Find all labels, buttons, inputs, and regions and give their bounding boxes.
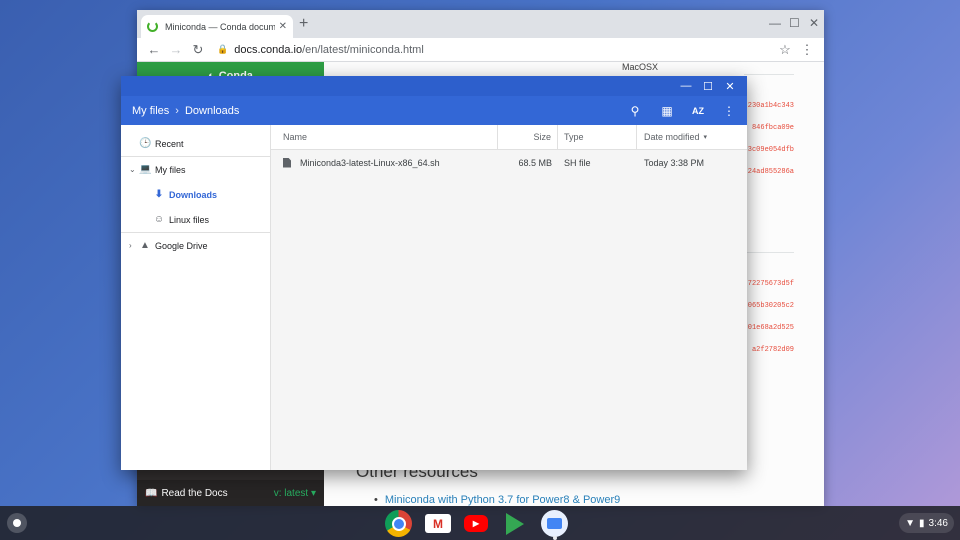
status-tray[interactable]: ▼ ▮ 3:46 bbox=[899, 513, 954, 533]
download-icon: ⬇ bbox=[154, 189, 164, 200]
hash-cell: 72275673d5f bbox=[747, 280, 794, 288]
files-app-bar: My files › Downloads ⚲ ▦ AZ ⋮ bbox=[121, 96, 747, 125]
play-store-app-icon[interactable] bbox=[501, 510, 528, 537]
app-bar-actions: ⚲ ▦ AZ ⋮ bbox=[628, 104, 736, 118]
clock-icon: 🕒 bbox=[139, 138, 152, 149]
linux-penguin-icon: ☺ bbox=[153, 214, 165, 225]
reload-button[interactable]: ↻ bbox=[187, 42, 209, 58]
read-the-docs-label: Read the Docs bbox=[161, 487, 228, 499]
browser-tab[interactable]: Miniconda — Conda documentati ✕ bbox=[141, 15, 293, 38]
shelf: M ▶ ▼ ▮ 3:46 bbox=[0, 506, 960, 540]
nav-item-label: Downloads bbox=[169, 189, 218, 200]
clock-time: 3:46 bbox=[928, 517, 948, 529]
sort-descending-icon: ▾ bbox=[703, 134, 708, 141]
nav-item-my-files[interactable]: ⌄ 💻 My files bbox=[121, 157, 270, 182]
hash-cell: 230a1b4c343 bbox=[747, 102, 794, 110]
more-options-icon[interactable]: ⋮ bbox=[722, 104, 736, 118]
file-name: Miniconda3-latest-Linux-x86_64.sh bbox=[300, 157, 440, 168]
hash-cell: 065b30205c2 bbox=[747, 302, 794, 310]
close-tab-icon[interactable]: ✕ bbox=[279, 21, 287, 32]
column-header-type[interactable]: Type bbox=[558, 125, 637, 149]
wifi-icon: ▼ bbox=[905, 517, 916, 529]
breadcrumb-downloads[interactable]: Downloads bbox=[185, 105, 239, 117]
nav-item-label: Recent bbox=[155, 138, 184, 149]
files-window-frame: — ☐ ✕ bbox=[121, 76, 747, 96]
search-icon[interactable]: ⚲ bbox=[628, 104, 642, 118]
version-selector[interactable]: v: latest ▾ bbox=[274, 488, 316, 499]
nav-item-label: My files bbox=[155, 164, 186, 175]
power-link[interactable]: Miniconda with Python 3.7 for Power8 & P… bbox=[374, 494, 620, 506]
maximize-icon[interactable]: ☐ bbox=[789, 16, 800, 30]
chrome-app-icon[interactable] bbox=[385, 510, 412, 537]
tab-title: Miniconda — Conda documentati bbox=[165, 21, 275, 32]
file-size: 68.5 MB bbox=[518, 157, 552, 168]
nav-item-label: Google Drive bbox=[155, 240, 208, 251]
battery-icon: ▮ bbox=[919, 517, 925, 529]
column-header-name[interactable]: Name bbox=[271, 125, 498, 149]
back-button[interactable]: ← bbox=[143, 42, 165, 57]
files-app-window: — ☐ ✕ My files › Downloads ⚲ ▦ AZ ⋮ 🕒 Re… bbox=[121, 76, 747, 470]
new-tab-button[interactable]: + bbox=[299, 15, 308, 33]
table-rule bbox=[744, 252, 794, 253]
nav-item-recent[interactable]: 🕒 Recent bbox=[121, 131, 270, 156]
gmail-app-icon[interactable]: M bbox=[425, 514, 451, 533]
launcher-button[interactable] bbox=[7, 513, 27, 533]
laptop-icon: 💻 bbox=[139, 164, 152, 175]
youtube-app-icon[interactable]: ▶ bbox=[464, 515, 488, 532]
url-host: docs.conda.io bbox=[234, 43, 303, 56]
minimize-icon[interactable]: — bbox=[675, 80, 697, 92]
tab-strip: Miniconda — Conda documentati ✕ + — ☐ ✕ bbox=[137, 10, 824, 38]
book-icon: 📖 bbox=[145, 487, 158, 499]
hash-cell: 3c09e054dfb bbox=[747, 146, 794, 154]
file-icon bbox=[283, 157, 291, 168]
hash-cell: 24ad855286a bbox=[747, 168, 794, 176]
file-row[interactable]: Miniconda3-latest-Linux-x86_64.sh 68.5 M… bbox=[271, 150, 747, 175]
pinned-apps: M ▶ bbox=[385, 510, 568, 540]
forward-button[interactable]: → bbox=[165, 42, 187, 57]
file-list-header: Name Size Type Date modified ▾ bbox=[271, 125, 747, 150]
version-label: v: latest bbox=[273, 487, 309, 499]
maximize-icon[interactable]: ☐ bbox=[697, 80, 719, 93]
column-label: Type bbox=[564, 132, 584, 142]
bookmark-star-icon[interactable]: ☆ bbox=[774, 42, 796, 58]
close-window-icon[interactable]: ✕ bbox=[719, 80, 741, 93]
breadcrumb-my-files[interactable]: My files bbox=[132, 105, 169, 117]
minimize-icon[interactable]: — bbox=[769, 16, 781, 30]
hash-cell: 846fbca09e bbox=[751, 124, 794, 132]
column-label: Name bbox=[283, 132, 308, 142]
column-header-date[interactable]: Date modified ▾ bbox=[637, 125, 747, 149]
hash-cell: 01e68a2d525 bbox=[747, 324, 794, 332]
lock-icon: 🔒 bbox=[217, 44, 229, 54]
conda-favicon-icon bbox=[147, 21, 158, 32]
browser-menu-icon[interactable]: ⋮ bbox=[796, 42, 818, 58]
rtd-version-bar[interactable]: 📖 Read the Docs v: latest ▾ bbox=[137, 480, 324, 506]
column-header-size[interactable]: Size bbox=[498, 125, 558, 149]
hash-cell: a2f2782d09 bbox=[751, 346, 794, 354]
files-app-icon[interactable] bbox=[541, 510, 568, 540]
nav-item-label: Linux files bbox=[169, 214, 210, 225]
chevron-right-icon[interactable]: › bbox=[129, 241, 139, 250]
column-header-macos: MacOSX bbox=[622, 62, 659, 72]
directory-tree: 🕒 Recent ⌄ 💻 My files ⬇ Downloads ☺ Linu… bbox=[121, 125, 271, 470]
close-window-icon[interactable]: ✕ bbox=[809, 16, 819, 30]
file-list: Name Size Type Date modified ▾ Miniconda… bbox=[271, 125, 747, 470]
chevron-down-icon[interactable]: ⌄ bbox=[129, 165, 139, 174]
chevron-right-icon: › bbox=[175, 104, 179, 117]
browser-toolbar: ← → ↻ 🔒 docs.conda.io /en/latest/minicon… bbox=[137, 38, 824, 62]
column-label: Size bbox=[533, 132, 551, 142]
google-drive-icon: ▲ bbox=[140, 240, 150, 251]
nav-item-google-drive[interactable]: › ▲ Google Drive bbox=[121, 233, 270, 258]
sort-button[interactable]: AZ bbox=[692, 106, 704, 116]
file-date: Today 3:38 PM bbox=[644, 157, 705, 168]
files-body: 🕒 Recent ⌄ 💻 My files ⬇ Downloads ☺ Linu… bbox=[121, 125, 747, 470]
file-type: SH file bbox=[564, 157, 591, 168]
nav-item-downloads[interactable]: ⬇ Downloads bbox=[121, 182, 270, 207]
url-path: /en/latest/miniconda.html bbox=[302, 43, 424, 56]
address-bar[interactable]: 🔒 docs.conda.io /en/latest/miniconda.htm… bbox=[209, 40, 774, 60]
grid-view-icon[interactable]: ▦ bbox=[660, 104, 674, 118]
nav-item-linux-files[interactable]: ☺ Linux files bbox=[121, 207, 270, 232]
column-label: Date modified bbox=[644, 132, 700, 142]
table-rule bbox=[744, 74, 794, 75]
